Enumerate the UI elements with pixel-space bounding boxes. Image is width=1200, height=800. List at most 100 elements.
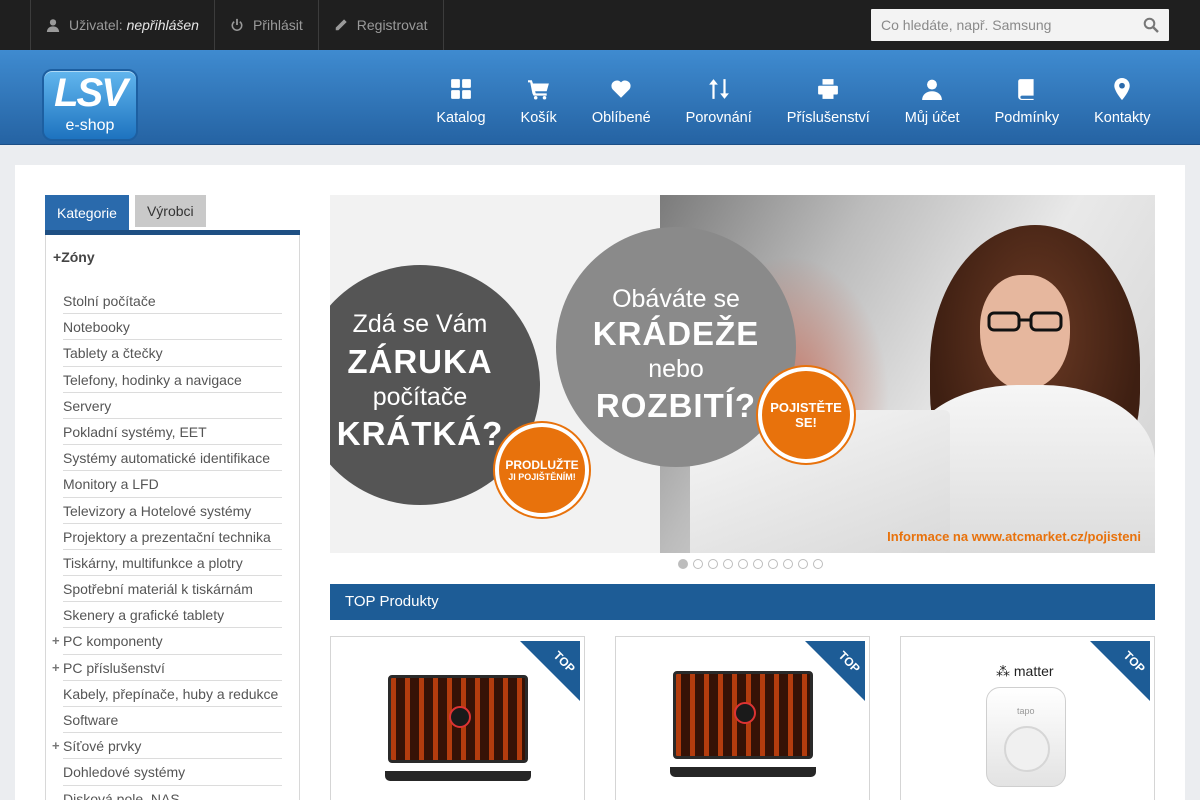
product-card[interactable]: TOP [330,636,585,800]
register-label: Registrovat [356,17,428,33]
nav-label: Oblíbené [591,110,651,126]
btn2-line1: POJISTĚTE [770,400,842,415]
nav-item-muj-ucet[interactable]: Můj účet [887,50,977,145]
slider-dot[interactable] [678,559,688,569]
tab-vyrobci[interactable]: Výrobci [134,195,206,227]
heart-icon [611,80,631,98]
register-link[interactable]: Registrovat [317,0,444,50]
nav-label: Katalog [436,110,486,126]
book-icon [1018,79,1034,100]
category-list: Stolní počítače Notebooky Tablety a čtečky… [52,288,282,800]
category-item[interactable]: Tiskárny, multifunkce a plotry [63,550,282,577]
btn1-line1: PRODLUŽTE [505,458,579,472]
get-insured-button[interactable]: POJISTĚTE SE! [758,367,854,463]
login-link[interactable]: Přihlásit [213,0,318,50]
category-item[interactable]: Software [63,707,282,734]
nav-item-prislusenstvi[interactable]: Příslušenství [769,50,887,145]
category-item[interactable]: Stolní počítače [63,288,282,315]
banner-woman-face [980,275,1070,390]
slider-dot[interactable] [723,559,733,569]
category-heading-label: Zóny [61,249,95,265]
c2-line1: Obáváte se [612,285,740,313]
printer-icon [818,79,839,99]
category-label: PC komponenty [63,633,163,650]
category-item[interactable]: Tablety a čtečky [63,340,282,367]
plus-icon[interactable]: + [52,628,60,654]
extend-insurance-button[interactable]: PRODLUŽTE JI POJIŠTĚNÍM! [495,423,589,517]
user-icon [46,19,60,32]
slider-dot[interactable] [813,559,823,569]
nav-label: Můj účet [904,110,960,126]
category-item[interactable]: Servery [63,393,282,419]
category-item[interactable]: Telefony, hodinky a navigace [63,367,282,393]
category-label: Spotřební materiál k tiskárnám [63,581,253,598]
category-item[interactable]: Disková pole, NAS [63,786,282,800]
category-item[interactable]: Spotřební materiál k tiskárnám [63,576,282,603]
sort-arrows-icon [708,79,729,99]
search-input[interactable] [871,9,1131,41]
slider-dot[interactable] [768,559,778,569]
category-label: Software [63,712,119,728]
category-item[interactable]: Dohledové systémy [63,759,282,786]
category-item[interactable]: Projektory a prezentační technika [63,524,282,550]
product-card[interactable]: TOP ⁂ matter tapo [900,636,1155,800]
insurance-info-link[interactable]: Informace na www.atcmarket.cz/pojisteni [887,529,1141,544]
plus-icon[interactable]: + [52,733,60,759]
nav-label: Porovnání [685,110,752,126]
category-item[interactable]: Pokladní systémy, EET [63,419,282,446]
category-label: Telefony, hodinky a navigace [63,371,242,388]
c1-line1: Zdá se Vám [352,310,488,338]
category-item[interactable]: + Síťové prvky [52,733,282,760]
category-item[interactable]: Kabely, přepínače, huby a redukce [63,681,282,707]
slider-dot[interactable] [798,559,808,569]
product-card[interactable]: TOP [615,636,870,800]
c1-line2: ZÁRUKA [347,343,493,380]
plus-icon[interactable]: + [52,655,60,681]
category-item[interactable]: Televizory a Hotelové systémy [63,498,282,524]
category-item[interactable]: Monitory a LFD [63,471,282,498]
category-item[interactable]: Systémy automatické identifikace [63,445,282,472]
user-value: nepřihlášen [126,17,199,33]
category-item[interactable]: Skenery a grafické tablety [63,602,282,629]
slider-dots [678,559,823,569]
nav-item-porovnani[interactable]: Porovnání [668,50,769,145]
top-badge: TOP [1090,641,1150,701]
category-item[interactable]: + PC příslušenství [52,655,282,681]
nav-label: Kontakty [1094,110,1151,126]
nav-item-kontakty[interactable]: Kontakty [1077,50,1168,145]
plug-brand: tapo [1017,706,1035,716]
top-badge: TOP [520,641,580,701]
product-image-laptop [673,671,813,759]
category-item[interactable]: Notebooky [63,314,282,341]
glasses-icon [987,311,1063,332]
sidebar-tabs: Kategorie Výrobci [45,195,206,230]
top-bar: Uživatel: nepřihlášen Přihlásit Registro… [0,0,1200,50]
category-label: Servery [63,397,112,414]
plug-socket [1004,726,1050,772]
promo-banner[interactable]: Zdá se Vám ZÁRUKA počítače KRÁTKÁ? Obává… [330,195,1155,553]
user-icon [922,79,943,100]
nav-item-podminky[interactable]: Podmínky [977,50,1076,145]
category-label: Skenery a grafické tablety [63,607,225,624]
category-label: Projektory a prezentační technika [63,528,271,545]
category-label: Dohledové systémy [63,764,186,781]
cart-icon [527,80,549,100]
category-item[interactable]: + PC komponenty [52,628,282,655]
tab-kategorie[interactable]: Kategorie [45,195,129,230]
slider-dot[interactable] [783,559,793,569]
slider-dot[interactable] [708,559,718,569]
search-icon[interactable] [1143,17,1159,33]
slider-dot[interactable] [693,559,703,569]
category-label: Pokladní systémy, EET [63,423,207,440]
nav-item-oblibene[interactable]: Oblíbené [574,50,668,145]
c2-line3: nebo [648,355,704,383]
nav-label: Příslušenství [786,110,870,126]
slider-dot[interactable] [753,559,763,569]
nav-item-kosik[interactable]: Košík [503,50,574,145]
site-logo[interactable]: LSV e-shop [42,69,138,141]
slider-dot[interactable] [738,559,748,569]
user-label: Uživatel: [69,17,123,33]
top-products-heading: TOP Produkty [330,584,1155,620]
category-heading[interactable]: +Zóny [53,249,95,265]
nav-item-katalog[interactable]: Katalog [419,50,503,145]
